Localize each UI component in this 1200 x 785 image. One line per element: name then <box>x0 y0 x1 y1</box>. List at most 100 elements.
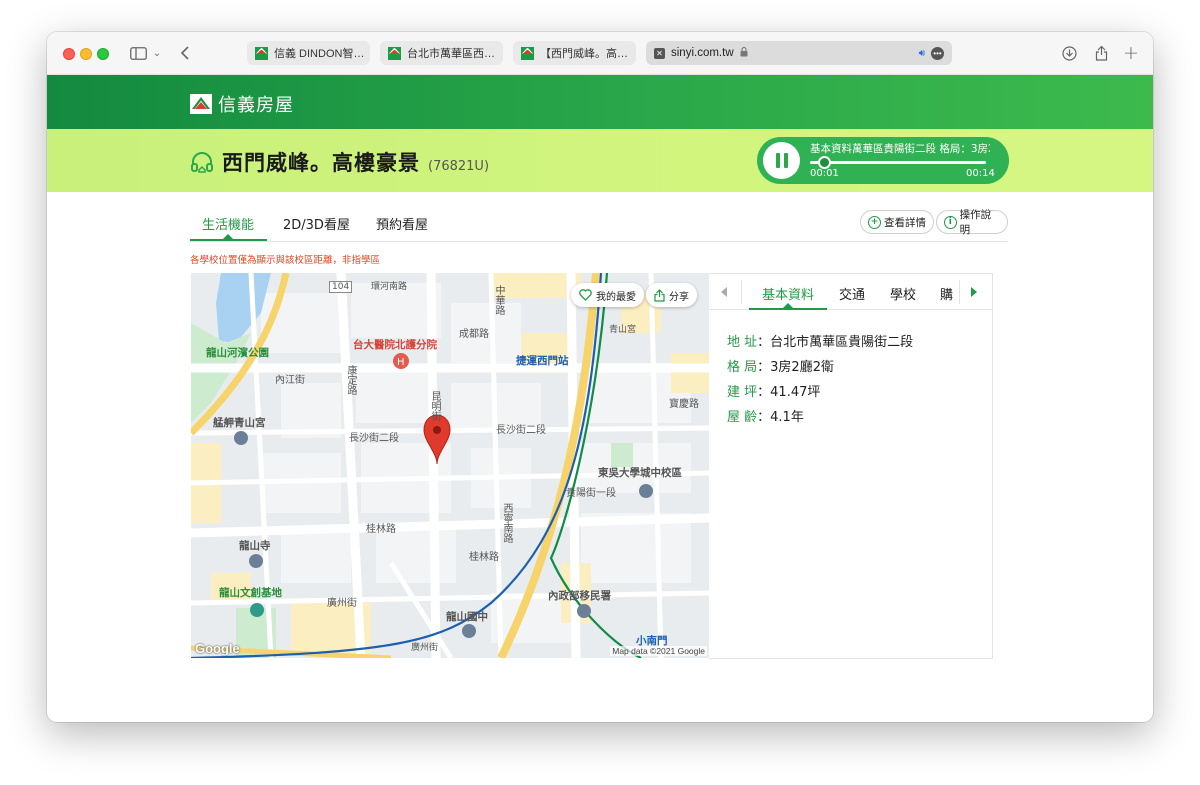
browser-tab[interactable]: 台北市萬華區西… <box>380 41 503 65</box>
scroll-left-icon[interactable] <box>721 287 727 297</box>
map-label-temple: 艋舺青山宮 <box>213 417 266 429</box>
listing-title: 西門威峰。高樓豪景 (76821U) <box>190 147 489 177</box>
listing-code: (76821U) <box>428 159 490 174</box>
scroll-right-icon[interactable] <box>971 287 977 297</box>
browser-toolbar: ⌄ 信義 DINDON智… 台北市萬華區西… 【西門威峰。高… ✕ sinyi.… <box>47 32 1153 75</box>
map-label-hospital: 台大醫院北護分院 <box>353 339 437 351</box>
pause-button[interactable] <box>763 142 800 179</box>
tab-title: 信義 DINDON智… <box>274 48 365 60</box>
info-icon: i <box>944 215 957 229</box>
share-label: 分享 <box>669 291 689 303</box>
chevron-down-icon[interactable]: ⌄ <box>151 43 163 63</box>
favorite-label: 我的最愛 <box>596 291 636 303</box>
minimize-window-button[interactable] <box>80 48 92 60</box>
map-label-street: 長沙街二段 <box>349 433 399 444</box>
info-row-floor-area: 建 坪：41.47坪 <box>727 385 821 400</box>
map-label-street: 廣州街 <box>411 643 439 653</box>
info-tabs: 基本資料 交通 學校 購 <box>709 274 992 310</box>
tab-shopping[interactable]: 購 <box>940 284 953 303</box>
heart-icon <box>579 289 592 301</box>
download-icon[interactable] <box>1060 43 1078 63</box>
tab-schools[interactable]: 學校 <box>890 284 916 303</box>
map-view[interactable]: H 龍山河濱公園 台大醫院北護分院 捷運西門站 內江街 成都路 寶慶路 艋舺青山… <box>191 273 709 658</box>
info-key: 地 址 <box>727 335 758 350</box>
info-key: 格 局 <box>727 360 758 375</box>
address-text: sinyi.com.tw <box>671 47 734 59</box>
new-tab-icon[interactable]: + <box>1122 42 1140 64</box>
map-label-street: 成都路 <box>459 329 489 340</box>
info-value: 4.1年 <box>770 410 804 425</box>
map-label-immigration-agency: 內政部移民署 <box>548 590 611 602</box>
tab-basic-info[interactable]: 基本資料 <box>762 284 814 303</box>
active-tab-caret <box>223 234 233 239</box>
map-label-longshan-temple: 龍山寺 <box>239 540 271 552</box>
map-attribution[interactable]: Map data ©2021 Google <box>610 646 707 656</box>
view-details-button[interactable]: + 查看詳情 <box>860 210 934 234</box>
speaker-icon[interactable]: 🔊︎ <box>919 48 925 59</box>
tab-2d-3d-view[interactable]: 2D/3D看屋 <box>283 214 350 233</box>
sinyi-favicon-icon <box>388 46 401 60</box>
pause-icon <box>775 153 780 168</box>
share-icon[interactable] <box>1092 43 1110 63</box>
map-label-street: 寶慶路 <box>669 399 699 410</box>
info-panel: 基本資料 交通 學校 購 地 址：台北市萬華區貴陽街二段 格 局：3房2廳2衛 … <box>709 273 993 659</box>
info-value: 41.47坪 <box>770 385 821 400</box>
map-label-park: 龍山河濱公園 <box>206 347 269 359</box>
map-label-university: 東吳大學城中校區 <box>598 467 682 479</box>
sinyi-logo-icon <box>190 94 212 114</box>
share-icon <box>654 288 665 302</box>
close-tab-icon[interactable]: ✕ <box>654 47 665 59</box>
route-shield: 104 <box>329 281 353 293</box>
more-icon[interactable]: ••• <box>931 46 944 60</box>
tab-title: 【西門威峰。高… <box>540 48 628 60</box>
listing-banner: 西門威峰。高樓豪景 (76821U) 基本資料萬華區貴陽街二段 格局：3房2廳2… <box>47 129 1153 192</box>
tab-title: 台北市萬華區西… <box>407 48 495 60</box>
listing-name: 西門威峰。高樓豪景 <box>222 151 420 175</box>
info-value: 台北市萬華區貴陽街二段 <box>770 335 914 350</box>
help-button[interactable]: i 操作說明 <box>936 209 1008 236</box>
favorite-button[interactable]: 我的最愛 <box>571 283 644 307</box>
view-details-label: 查看詳情 <box>884 216 926 229</box>
info-key: 屋 齡 <box>727 410 758 425</box>
info-key: 建 坪 <box>727 385 758 400</box>
help-label: 操作說明 <box>959 209 992 236</box>
player-total-time: 00:14 <box>966 168 995 179</box>
map-label-school: 龍山國中 <box>446 611 488 623</box>
map-label-mrt-ximen: 捷運西門站 <box>516 355 569 367</box>
google-logo[interactable]: Google <box>195 641 240 656</box>
map-label-street: 內江街 <box>275 375 305 386</box>
info-value: 3房2廳2衛 <box>770 360 834 375</box>
map-label-street: 昆明街 <box>429 391 440 421</box>
tab-book-viewing[interactable]: 預約看屋 <box>376 214 428 233</box>
player-current-time: 00:01 <box>810 168 839 179</box>
back-icon[interactable] <box>177 43 193 63</box>
site-header: 信義房屋 <box>47 75 1153 129</box>
share-button[interactable]: 分享 <box>646 283 697 307</box>
info-row-address: 地 址：台北市萬華區貴陽街二段 <box>727 335 914 350</box>
audio-player: 基本資料萬華區貴陽街二段 格局：3房2廳2衛 00:01 00:14 <box>757 137 1009 184</box>
map-label-street: 長沙街二段 <box>496 425 546 436</box>
sidebar-toggle-icon[interactable] <box>127 43 149 63</box>
site-logo[interactable]: 信義房屋 <box>190 91 294 117</box>
info-row-age: 屋 齡：4.1年 <box>727 410 804 425</box>
browser-tab[interactable]: 信義 DINDON智… <box>247 41 370 65</box>
zoom-window-button[interactable] <box>97 48 109 60</box>
school-notice: 各學校位置僅為顯示與該校區距離，非指學區 <box>190 255 381 266</box>
active-info-tab-indicator <box>749 308 827 310</box>
map-label-street: 桂林路 <box>366 524 396 535</box>
close-window-button[interactable] <box>63 48 75 60</box>
zoom-in-icon: + <box>868 215 881 229</box>
map-label-creative-base: 龍山文創基地 <box>219 587 282 599</box>
address-bar[interactable]: ✕ sinyi.com.tw 🔊︎ ••• <box>646 41 952 65</box>
browser-tab[interactable]: 【西門威峰。高… <box>513 41 636 65</box>
map-label-street: 環河南路 <box>371 282 408 292</box>
map-label-street: 貴陽街一段 <box>566 488 616 499</box>
map-label-street: 康定路 <box>345 365 356 395</box>
player-progress-track[interactable] <box>810 161 986 164</box>
map-label-street: 桂林路 <box>469 552 499 563</box>
content-tabs: 生活機能 2D/3D看屋 預約看屋 + 查看詳情 i 操作說明 <box>190 202 1008 242</box>
browser-window: ⌄ 信義 DINDON智… 台北市萬華區西… 【西門威峰。高… ✕ sinyi.… <box>47 32 1153 722</box>
tab-life-functions[interactable]: 生活機能 <box>202 214 254 233</box>
tab-transport[interactable]: 交通 <box>839 284 865 303</box>
brand-name: 信義房屋 <box>218 95 294 116</box>
